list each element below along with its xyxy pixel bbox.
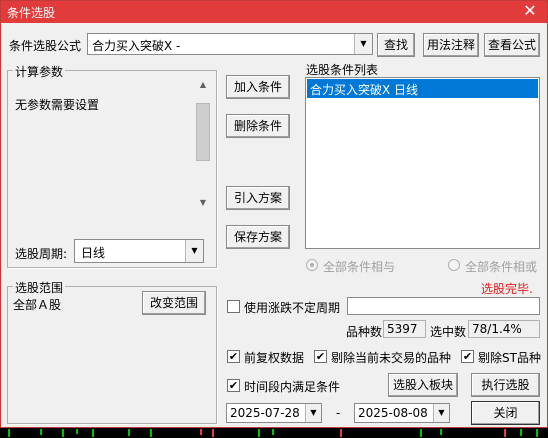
range-group-title: 选股范围 <box>13 279 66 296</box>
chevron-down-icon[interactable]: ▼ <box>433 404 449 422</box>
params-group-title: 计算参数 <box>13 63 66 80</box>
chevron-down-icon[interactable]: ▼ <box>305 404 321 422</box>
params-scrollbar[interactable]: ▲ ▼ <box>195 77 211 211</box>
all-and-radio[interactable] <box>306 259 318 271</box>
delete-condition-button[interactable]: 删除条件 <box>226 114 290 138</box>
hit-field: 78/1.4% <box>468 320 540 338</box>
uncertain-period-checkbox[interactable] <box>227 300 240 313</box>
close-icon[interactable]: ✕ <box>519 1 541 21</box>
import-scheme-button[interactable]: 引入方案 <box>226 186 290 210</box>
change-range-button[interactable]: 改变范围 <box>142 291 206 315</box>
all-or-label: 全部条件相或 <box>465 260 538 274</box>
hit-value: 78/1.4% <box>472 322 522 336</box>
list-item-label: 合力买入突破X 日线 <box>310 83 419 97</box>
range-value: 全部Ａ股 <box>13 298 62 312</box>
end-date-value: 2025-08-08 <box>358 406 428 420</box>
count-field: 5397 <box>383 320 426 338</box>
chevron-down-icon[interactable]: ▼ <box>185 240 203 262</box>
period-select-value: 日线 <box>81 246 106 260</box>
period-select[interactable]: 日线 ▼ <box>74 239 204 263</box>
chevron-down-icon[interactable]: ▼ <box>354 34 372 54</box>
title-bar[interactable]: 条件选股 ✕ <box>1 1 547 23</box>
period-condition-checkbox[interactable]: ✔ <box>227 379 240 392</box>
add-condition-button[interactable]: 加入条件 <box>226 75 290 99</box>
count-value: 5397 <box>387 322 418 336</box>
list-item[interactable]: 合力买入突破X 日线 <box>307 79 538 98</box>
date-separator: - <box>336 406 341 420</box>
usage-notes-button[interactable]: 用法注释 <box>423 33 479 57</box>
formula-label: 条件选股公式 <box>9 39 82 53</box>
status-text: 选股完毕. <box>481 282 533 296</box>
scroll-down-icon[interactable]: ▼ <box>195 195 211 211</box>
period-condition-label: 时间段内满足条件 <box>244 380 341 394</box>
forward-adjust-checkbox[interactable]: ✔ <box>227 350 240 363</box>
background-chart-strip <box>0 428 548 438</box>
all-or-radio[interactable] <box>448 259 460 271</box>
condition-list-title: 选股条件列表 <box>306 63 379 77</box>
scroll-up-icon[interactable]: ▲ <box>195 77 211 93</box>
hit-label: 选中数 <box>430 325 467 339</box>
view-formula-button[interactable]: 查看公式 <box>484 33 540 57</box>
exclude-st-checkbox[interactable]: ✔ <box>461 350 474 363</box>
execute-button[interactable]: 执行选股 <box>471 373 540 397</box>
start-date-picker[interactable]: 2025-07-28 ▼ <box>226 403 322 423</box>
close-button[interactable]: 关闭 <box>471 401 540 425</box>
scroll-thumb[interactable] <box>196 103 210 161</box>
period-label: 选股周期: <box>15 247 68 261</box>
uncertain-period-label: 使用涨跌不定周期 <box>244 301 341 315</box>
exclude-st-label: 剔除ST品种 <box>478 351 541 365</box>
exclude-untraded-checkbox[interactable]: ✔ <box>314 350 327 363</box>
all-and-label: 全部条件相与 <box>323 260 396 274</box>
to-block-button[interactable]: 选股入板块 <box>388 373 458 397</box>
save-scheme-button[interactable]: 保存方案 <box>226 225 290 249</box>
condition-picker-dialog: 条件选股 ✕ 条件选股公式 合力买入突破X - ▼ 查找 用法注释 查看公式 计… <box>0 0 548 428</box>
start-date-value: 2025-07-28 <box>230 406 300 420</box>
formula-select[interactable]: 合力买入突破X - ▼ <box>87 33 373 55</box>
params-text: 无参数需要设置 <box>15 98 100 112</box>
exclude-untraded-label: 剔除当前未交易的品种 <box>331 351 452 365</box>
uncertain-period-input[interactable] <box>347 297 540 315</box>
condition-list[interactable]: 合力买入突破X 日线 <box>305 77 540 249</box>
formula-select-value: 合力买入突破X - <box>92 39 181 53</box>
end-date-picker[interactable]: 2025-08-08 ▼ <box>354 403 450 423</box>
window-title: 条件选股 <box>7 6 56 20</box>
count-label: 品种数 <box>346 325 383 339</box>
forward-adjust-label: 前复权数据 <box>244 351 305 365</box>
find-button[interactable]: 查找 <box>377 33 415 57</box>
